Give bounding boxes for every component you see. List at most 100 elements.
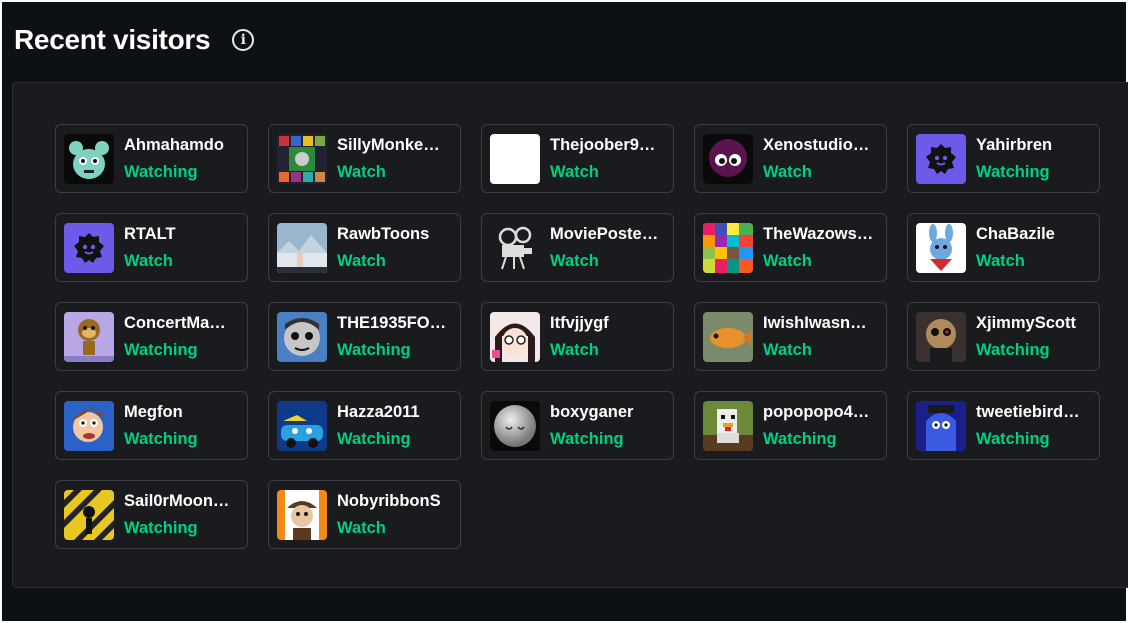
avatar[interactable] — [703, 222, 753, 273]
avatar[interactable] — [916, 311, 966, 362]
avatar[interactable] — [916, 400, 966, 451]
visitor-card[interactable]: XjimmyScott Watching — [907, 302, 1100, 371]
avatar[interactable] — [64, 222, 114, 273]
avatar[interactable] — [277, 311, 327, 362]
avatar[interactable] — [277, 489, 327, 540]
visitor-card[interactable]: RawbToons Watch — [268, 213, 461, 282]
visitor-status: Watching — [976, 341, 1050, 359]
visitor-card[interactable]: Megfon Watching — [55, 391, 248, 460]
visitor-name[interactable]: Thejoober9… — [550, 134, 672, 156]
visitor-info: NobyribbonS Watch — [337, 490, 459, 539]
visitor-card[interactable]: SillyMonke… Watch — [268, 124, 461, 193]
visitor-name[interactable]: RawbToons — [337, 223, 459, 245]
avatar[interactable] — [703, 133, 753, 184]
avatar[interactable] — [277, 400, 327, 451]
visitor-name[interactable]: SillyMonke… — [337, 134, 459, 156]
visitor-name[interactable]: Sail0rMoon… — [124, 490, 246, 512]
visitor-name[interactable]: NobyribbonS — [337, 490, 459, 512]
visitor-info: THE1935FO… Watching — [337, 312, 459, 361]
visitor-name[interactable]: Megfon — [124, 401, 246, 423]
visitor-card[interactable]: MoviePoste… Watch — [481, 213, 674, 282]
visitor-info: TheWazows… Watch — [763, 223, 885, 272]
visitor-card[interactable]: THE1935FO… Watching — [268, 302, 461, 371]
visitor-name[interactable]: tweetiebird… — [976, 401, 1098, 423]
visitor-card[interactable]: popopopo4… Watching — [694, 391, 887, 460]
visitor-card[interactable]: Hazza2011 Watching — [268, 391, 461, 460]
visitor-card[interactable]: NobyribbonS Watch — [268, 480, 461, 549]
visitor-name[interactable]: Xenostudio… — [763, 134, 885, 156]
blue-cars-avatar-image — [277, 400, 327, 451]
visitors-grid: Ahmahamdo Watching SillyMonke… Watch The… — [55, 124, 1100, 549]
visitor-name[interactable]: Ahmahamdo — [124, 134, 246, 156]
visitor-status: Watch — [550, 252, 599, 270]
avatar[interactable] — [64, 311, 114, 362]
visitor-card[interactable]: IwishIwasn… Watch — [694, 302, 887, 371]
visitor-name[interactable]: XjimmyScott — [976, 312, 1098, 334]
visitor-name[interactable]: Yahirbren — [976, 134, 1098, 156]
colorful-collage-avatar-image — [703, 222, 753, 273]
visitor-name[interactable]: IwishIwasn… — [763, 312, 885, 334]
default-purple-avatar-image — [916, 133, 966, 184]
visitor-status: Watching — [124, 519, 198, 537]
visitor-info: Megfon Watching — [124, 401, 246, 450]
film-projector-avatar-image — [490, 222, 540, 273]
visitor-name[interactable]: ChaBazile — [976, 223, 1098, 245]
visitor-card[interactable]: Yahirbren Watching — [907, 124, 1100, 193]
visitor-name[interactable]: popopopo4… — [763, 401, 885, 423]
visitor-card[interactable]: tweetiebird… Watching — [907, 391, 1100, 460]
grey-face-character-avatar-image — [277, 311, 327, 362]
visitor-status: Watch — [763, 252, 812, 270]
avatar[interactable] — [703, 311, 753, 362]
visitor-card[interactable]: boxyganer Watching — [481, 391, 674, 460]
grey-smiley-ball-avatar-image — [490, 400, 540, 451]
visitor-status: Watch — [550, 163, 599, 181]
avatar[interactable] — [490, 400, 540, 451]
avatar[interactable] — [916, 222, 966, 273]
visitor-status: Watching — [124, 163, 198, 181]
visitor-name[interactable]: TheWazows… — [763, 223, 885, 245]
visitor-info: Sail0rMoon… Watching — [124, 490, 246, 539]
pixel-chicken-avatar-image — [703, 400, 753, 451]
orange-fish-avatar-image — [703, 311, 753, 362]
snowy-scene-avatar-image — [277, 222, 327, 273]
visitor-card[interactable]: Ahmahamdo Watching — [55, 124, 248, 193]
visitor-info: boxyganer Watching — [550, 401, 672, 450]
visitor-name[interactable]: Itfvjjygf — [550, 312, 672, 334]
visitor-name[interactable]: MoviePoste… — [550, 223, 672, 245]
visitor-card[interactable]: Thejoober9… Watch — [481, 124, 674, 193]
avatar[interactable] — [64, 133, 114, 184]
visitor-card[interactable]: Sail0rMoon… Watching — [55, 480, 248, 549]
avatar[interactable] — [277, 133, 327, 184]
anime-girl-avatar-image — [490, 311, 540, 362]
visitor-status: Watching — [763, 430, 837, 448]
cartoon-face-avatar-image — [64, 400, 114, 451]
visitor-card[interactable]: Itfvjjygf Watch — [481, 302, 674, 371]
visitor-info: XjimmyScott Watching — [976, 312, 1098, 361]
avatar[interactable] — [490, 222, 540, 273]
header: Recent visitors i — [14, 22, 255, 58]
avatar[interactable] — [490, 311, 540, 362]
visitor-name[interactable]: ConcertMa… — [124, 312, 246, 334]
visitor-card[interactable]: ChaBazile Watch — [907, 213, 1100, 282]
page-title: Recent visitors — [14, 24, 211, 55]
visitor-info: Ahmahamdo Watching — [124, 134, 246, 183]
avatar[interactable] — [490, 133, 540, 184]
visitor-card[interactable]: RTALT Watch — [55, 213, 248, 282]
info-icon[interactable]: i — [232, 29, 255, 51]
default-purple-avatar-image — [64, 222, 114, 273]
visitor-card[interactable]: ConcertMa… Watching — [55, 302, 248, 371]
visitor-info: Yahirbren Watching — [976, 134, 1098, 183]
visitor-card[interactable]: TheWazows… Watch — [694, 213, 887, 282]
visitor-name[interactable]: boxyganer — [550, 401, 672, 423]
visitor-name[interactable]: Hazza2011 — [337, 401, 459, 423]
avatar[interactable] — [64, 489, 114, 540]
visitor-card[interactable]: Xenostudio… Watch — [694, 124, 887, 193]
visitor-name[interactable]: RTALT — [124, 223, 246, 245]
purple-blob-avatar-image — [703, 133, 753, 184]
visitor-name[interactable]: THE1935FO… — [337, 312, 459, 334]
avatar[interactable] — [64, 400, 114, 451]
visitor-info: Thejoober9… Watch — [550, 134, 672, 183]
avatar[interactable] — [277, 222, 327, 273]
avatar[interactable] — [916, 133, 966, 184]
avatar[interactable] — [703, 400, 753, 451]
